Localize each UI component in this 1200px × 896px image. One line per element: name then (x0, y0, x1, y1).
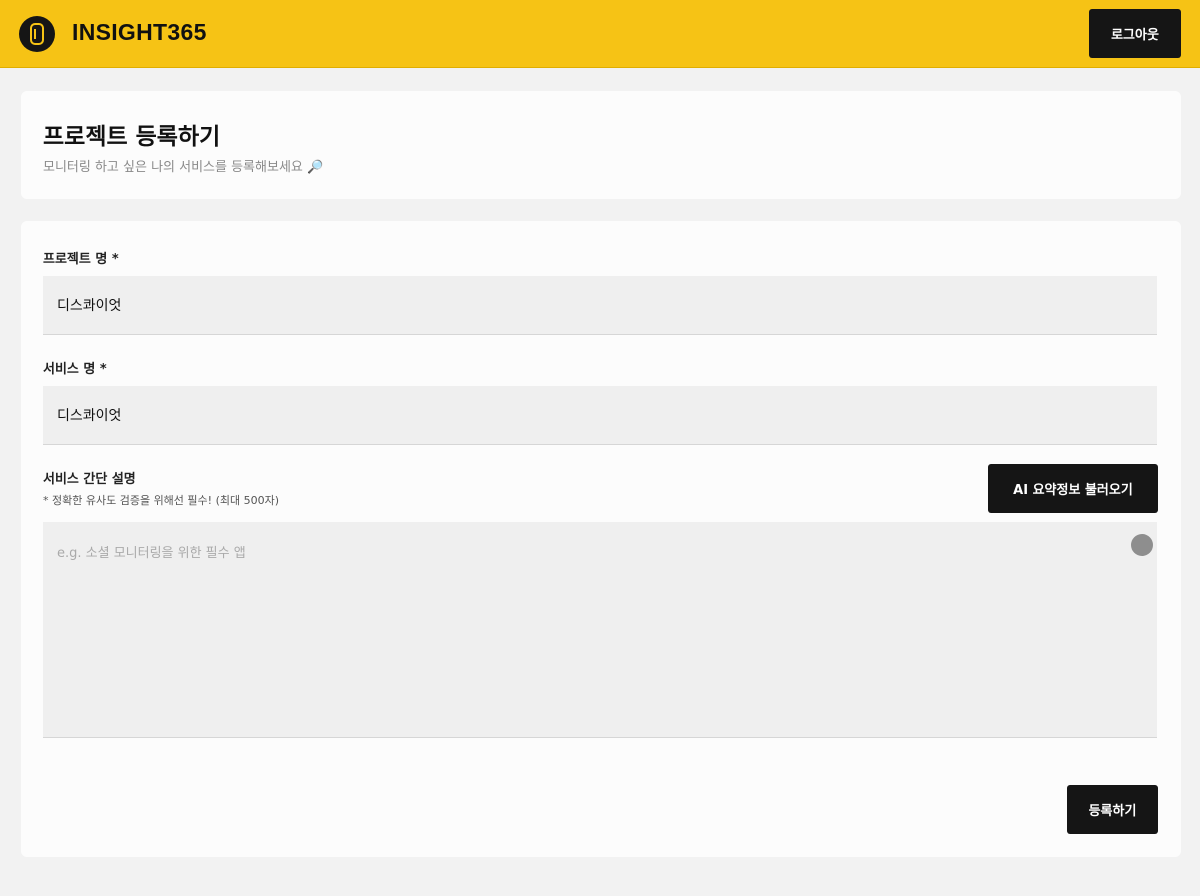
project-name-input[interactable] (43, 276, 1157, 335)
description-textarea[interactable] (43, 522, 1157, 738)
ai-summary-button[interactable]: AI 요약정보 불러오기 (988, 464, 1158, 513)
page-subtitle: 모니터링 하고 싶은 나의 서비스를 등록해보세요 🔎 (43, 160, 324, 175)
logout-button[interactable]: 로그아웃 (1089, 9, 1181, 58)
submit-button[interactable]: 등록하기 (1067, 785, 1158, 834)
page-title: 프로젝트 등록하기 (43, 124, 221, 150)
description-hint: * 정확한 유사도 검증을 위해선 필수! (최대 500자) (43, 494, 280, 507)
project-name-label: 프로젝트 명 * (43, 252, 119, 267)
app-logo-text[interactable]: INSIGHT365 (72, 19, 207, 46)
top-header: INSIGHT365 로그아웃 (0, 0, 1200, 68)
service-name-input[interactable] (43, 386, 1157, 445)
page-title-card: 프로젝트 등록하기 모니터링 하고 싶은 나의 서비스를 등록해보세요 🔎 (21, 91, 1181, 199)
grammar-check-icon[interactable] (1131, 534, 1153, 556)
project-form-card: 프로젝트 명 * 서비스 명 * 서비스 간단 설명 * 정확한 유사도 검증을… (21, 221, 1181, 857)
service-name-label: 서비스 명 * (43, 362, 107, 377)
description-label: 서비스 간단 설명 (43, 472, 136, 487)
insight-logo-icon (19, 16, 55, 52)
